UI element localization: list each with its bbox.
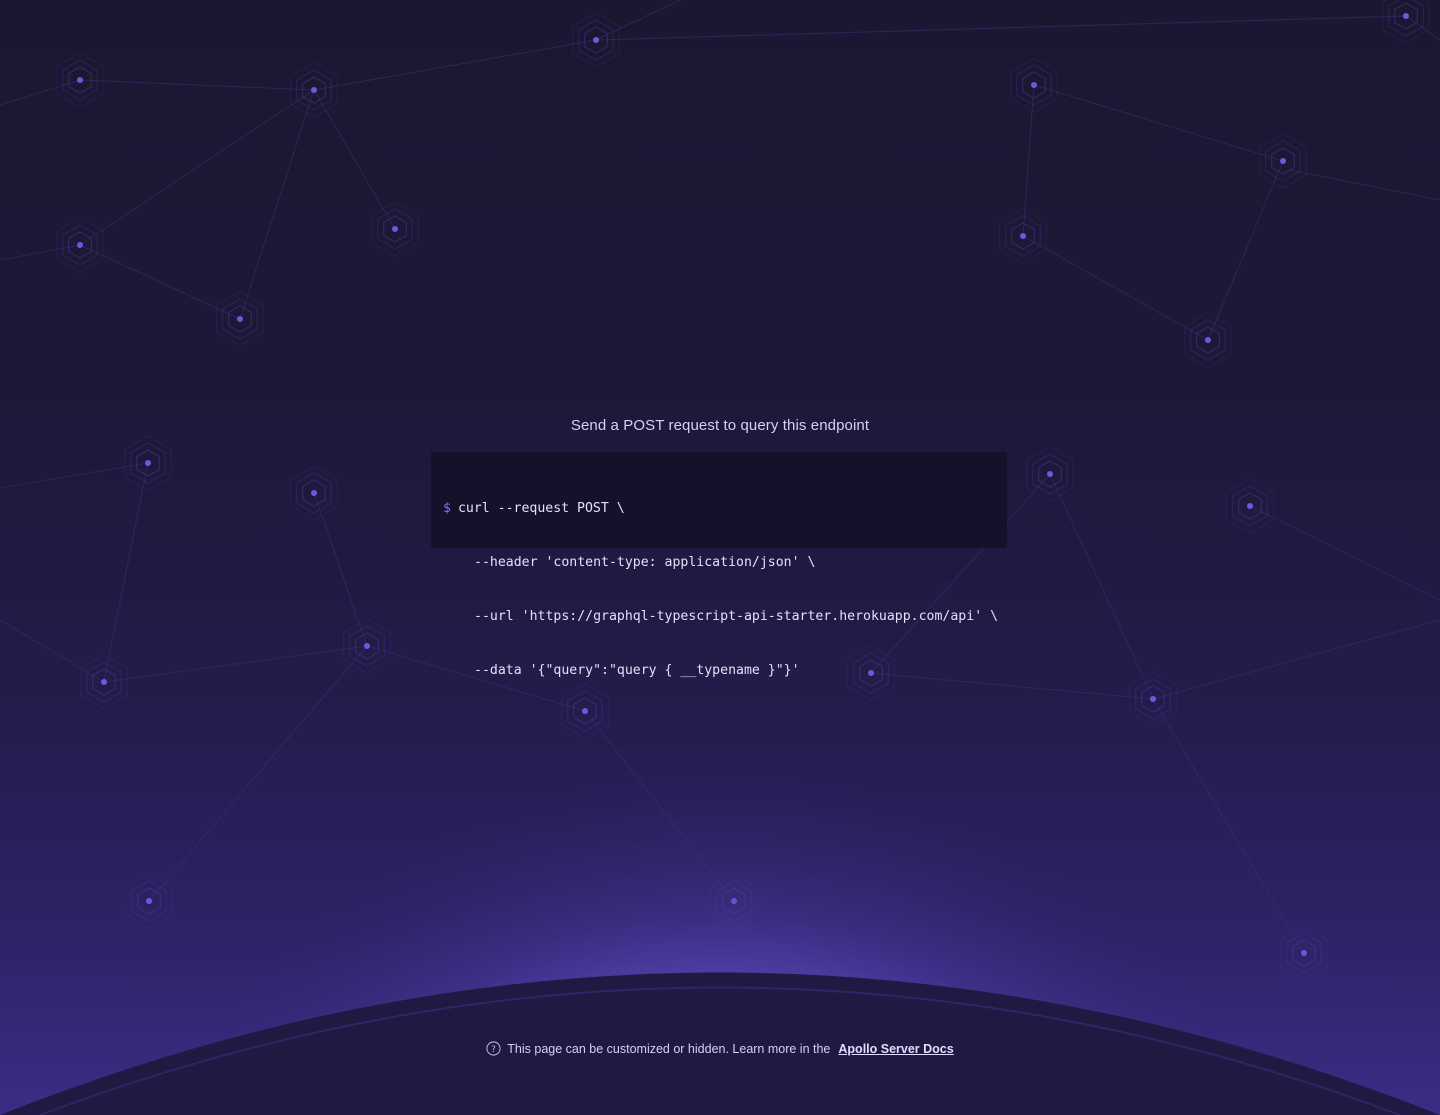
help-circle-icon: ? [486, 1041, 501, 1056]
shell-prompt: $ [443, 501, 451, 516]
code-line-2: --header 'content-type: application/json… [474, 555, 816, 570]
code-line-3: --url 'https://graphql-typescript-api-st… [474, 609, 999, 624]
curl-code-block[interactable]: $ curl --request POST \ --header 'content… [431, 452, 1007, 678]
page-headline: Send a POST request to query this endpoi… [570, 417, 870, 434]
footer: ? This page can be customized or hidden.… [0, 1041, 1440, 1059]
svg-text:?: ? [491, 1045, 496, 1055]
footer-text: This page can be customized or hidden. L… [507, 1041, 831, 1056]
apollo-server-docs-link[interactable]: Apollo Server Docs [838, 1042, 953, 1056]
code-line-text: curl --request POST \ [457, 501, 625, 516]
code-line-1: $ curl --request POST \ [443, 500, 995, 518]
code-line-4: --data '{"query":"query { __typename }"}… [474, 663, 800, 678]
footer-note: ? This page can be customized or hidden.… [486, 1041, 954, 1056]
